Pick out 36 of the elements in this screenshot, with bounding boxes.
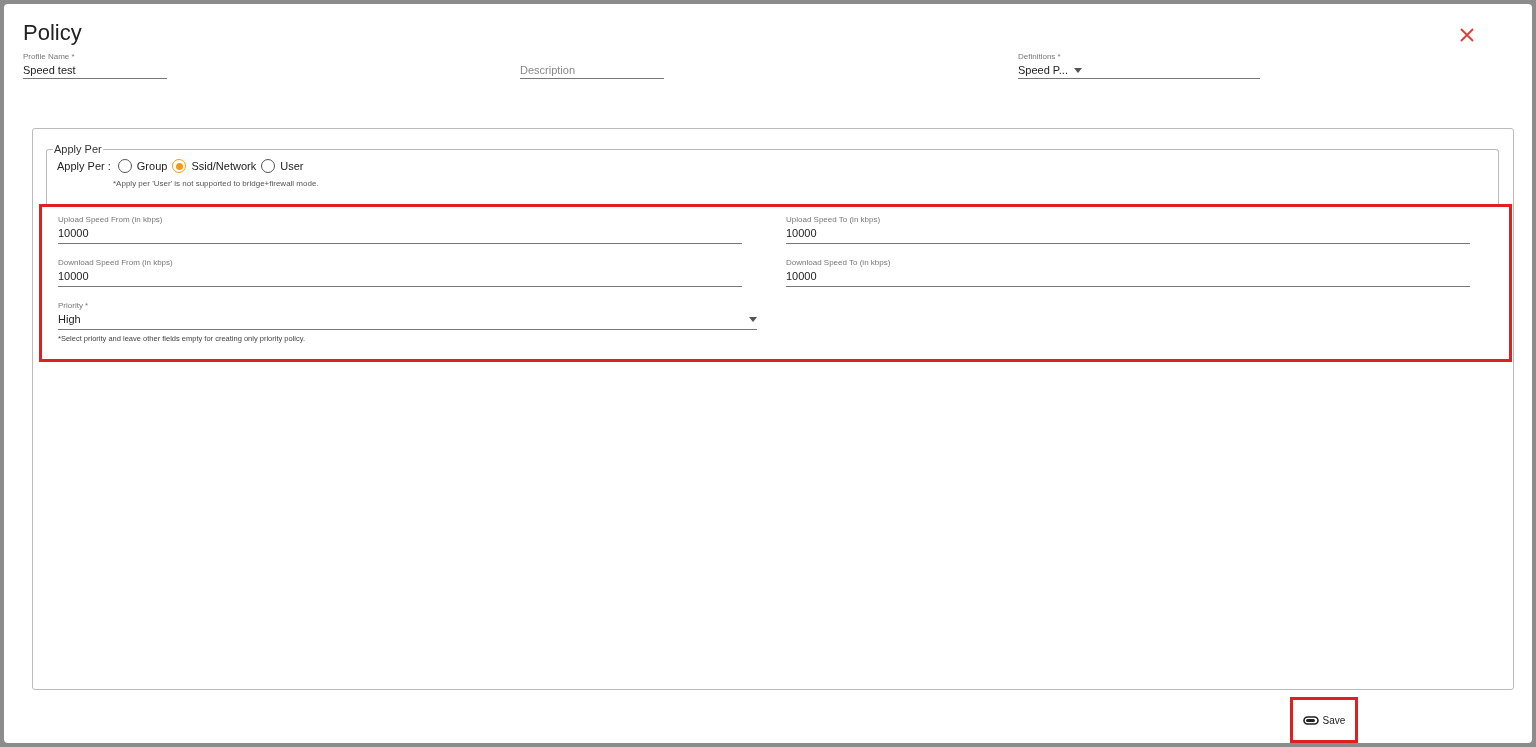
field-label: Download Speed From (in kbps): [58, 258, 174, 267]
radio-option[interactable]: Group: [117, 159, 168, 173]
field-label: Download Speed To (in kbps): [786, 258, 892, 267]
save-button[interactable]: Save: [1290, 697, 1358, 743]
dialog-title: Policy: [23, 20, 82, 46]
close-icon: [1460, 28, 1474, 42]
field-value: 10000: [58, 227, 90, 239]
field-label: Profile Name *: [23, 52, 76, 61]
field-value: 10000: [58, 270, 90, 282]
field-value: 10000: [786, 270, 818, 282]
radio-group-label: Apply Per :: [57, 160, 111, 172]
field-value: Speed test: [23, 64, 77, 76]
field-label: Priority *: [58, 301, 90, 310]
field-value: High: [58, 313, 81, 325]
field-value: 10000: [786, 227, 818, 239]
group-legend: Apply Per: [53, 143, 103, 155]
priority-select[interactable]: Priority * High: [58, 301, 757, 330]
speed-field[interactable]: Download Speed From (in kbps) 10000: [58, 258, 742, 287]
radio-option[interactable]: User: [261, 159, 304, 173]
dropdown-caret-icon: [749, 316, 757, 322]
profile-name-field[interactable]: Profile Name * Speed test: [23, 48, 167, 79]
radio-option[interactable]: Ssid/Network: [172, 159, 257, 173]
field-placeholder: Description: [520, 64, 577, 76]
field-label: Definitions *: [1018, 52, 1062, 61]
apply-per-note: *Apply per 'User' is not supported to bridge+firewall mode.: [113, 179, 320, 188]
save-icon: [1302, 715, 1319, 725]
speed-field[interactable]: Upload Speed To (in kbps) 10000: [786, 215, 1470, 244]
field-value: Speed P...: [1018, 64, 1068, 76]
field-label: Upload Speed From (in kbps): [58, 215, 164, 224]
definitions-select[interactable]: Definitions * Speed P...: [1018, 48, 1260, 79]
speed-field[interactable]: Upload Speed From (in kbps) 10000: [58, 215, 742, 244]
description-field[interactable]: Description: [520, 48, 664, 79]
dropdown-caret-icon: [1073, 67, 1082, 73]
speed-field[interactable]: Download Speed To (in kbps) 10000: [786, 258, 1470, 287]
field-label: Upload Speed To (in kbps): [786, 215, 882, 224]
close-button[interactable]: [1460, 28, 1476, 44]
